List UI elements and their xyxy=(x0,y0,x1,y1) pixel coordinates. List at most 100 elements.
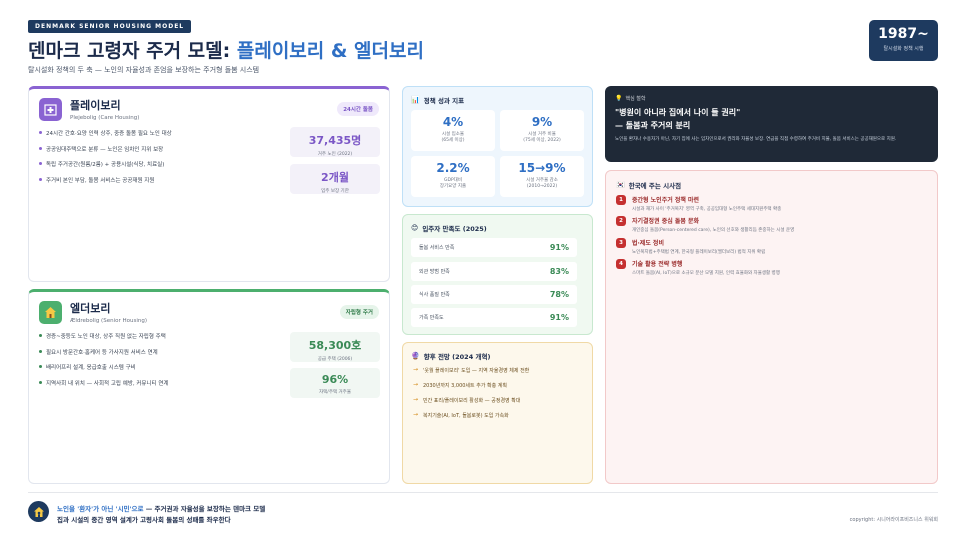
implication-title: 기술 활용 전략 병행 xyxy=(632,261,683,268)
korea-flag-icon: 🇰🇷 xyxy=(616,181,625,189)
satisfaction-value: 91% xyxy=(549,313,569,322)
plejebolig-chip: 24시간 돌봄 xyxy=(337,102,379,116)
stat-value: 2개월 xyxy=(321,171,349,184)
future-list: '웃월 플레이보리' 도입 — 지역 자율경영 체제 전환 2030년까지 3,… xyxy=(413,366,529,427)
performance-value: 2.2% xyxy=(436,161,470,175)
implication-number: 2 xyxy=(616,216,626,226)
implication-title: 법·제도 정비 xyxy=(632,240,664,247)
implication-item: 2 자기결정권 중심 돌봄 문화 개인중심 돌봄(Person-centered… xyxy=(616,216,794,233)
implication-item: 3 법·제도 정비 노인복지법+주택법 연계, 한국형 플레이보리(엘더보리) … xyxy=(616,238,765,255)
satisfaction-label: 외관 방범 만족 xyxy=(419,269,450,275)
smile-icon: 😊 xyxy=(411,224,419,232)
plejebolig-bullets: 24시간 간호·요양 인력 상주, 중증 돌봄 필요 노인 대상 공공임대주택으… xyxy=(39,129,172,191)
bar-chart-icon: 📊 xyxy=(411,96,420,104)
aeldrebolig-name: 엘더보리 xyxy=(70,302,111,315)
implication-title: 자기결정권 중심 돌봄 문화 xyxy=(632,218,699,225)
satisfaction-row: 돌봄 서비스 만족 91% xyxy=(411,238,577,257)
satisfaction-card: 😊 입주자 만족도 (2025) 돌봄 서비스 만족 91% 외관 방범 만족 … xyxy=(402,214,593,335)
footer-post: — 주거권과 자율성을 보장하는 덴마크 모델 xyxy=(143,505,266,513)
insight-quote: "병원이 아니라 집에서 나이 들 권리" xyxy=(615,108,741,117)
performance-title: 📊 정책 성과 지표 xyxy=(411,96,465,105)
performance-sublabel: (75세 이상, 2022) xyxy=(523,138,561,143)
list-item: '웃월 플레이보리' 도입 — 지역 자율경영 체제 전환 xyxy=(413,366,529,374)
footer-line-2: 집과 시설의 중간 영역 설계가 고령사회 돌봄의 성패를 좌우한다 xyxy=(57,516,231,524)
implication-desc: 시설과 재가 사이 '주거복지' 영역 구축, 공공임대형 노인주택 세대지원주… xyxy=(632,207,782,212)
footer-line-1: 노인을 '환자'가 아닌 '시민'으로 — 주거권과 자율성을 보장하는 덴마크… xyxy=(57,503,265,513)
list-item: 필요시 방문간호·홈케어 등 가사지원 서비스 연계 xyxy=(39,348,168,356)
stat-value: 96% xyxy=(321,373,349,386)
list-item: 경증~중등도 노인 대상, 상주 직원 없는 자립형 주택 xyxy=(39,332,168,340)
implication-desc: 노인복지법+주택법 연계, 한국형 플레이보리(엘더보리) 법적 지위 확립 xyxy=(632,250,766,255)
plejebolig-name: 플레이보리 xyxy=(70,99,121,112)
performance-item: 9% 시설 거주 비율 (75세 이상, 2022) xyxy=(500,110,584,151)
list-item: 2030년까지 3,000세트 추가 확충 계획 xyxy=(413,381,529,389)
title-highlight: 플레이보리 & 엘더보리 xyxy=(236,40,424,62)
list-item: 주거비 본인 부담, 돌봄 서비스는 공공재원 지원 xyxy=(39,176,172,184)
performance-label: 시설 거주율 감소 xyxy=(526,178,558,183)
title-prefix: 덴마크 고령자 주거 모델: xyxy=(28,40,237,62)
satisfaction-title: 😊 입주자 만족도 (2025) xyxy=(411,224,487,233)
performance-value: 9% xyxy=(531,115,553,129)
performance-label: 시설 입소율 xyxy=(441,132,465,137)
plejebolig-card: 플레이보리 Plejebolig (Care Housing) 24시간 돌봄 … xyxy=(28,86,390,282)
year-value: 1987~ xyxy=(878,26,929,42)
list-item: 배리어프리 설계, 응급호출 시스템 구비 xyxy=(39,363,168,371)
satisfaction-value: 83% xyxy=(549,267,569,276)
stat-label: 공급 주택 (2006) xyxy=(317,357,353,362)
house-icon xyxy=(39,300,62,324)
page-subtitle: 탈시설화 정책의 두 축 — 노인의 자율성과 존엄을 보장하는 주거형 돌봄 … xyxy=(28,66,260,74)
performance-sublabel: (2010→2022) xyxy=(526,184,558,189)
performance-item: 15→9% 시설 거주율 감소 (2010→2022) xyxy=(500,156,584,197)
stat-value: 37,435명 xyxy=(308,134,362,147)
implications-title: 🇰🇷 한국에 주는 시사점 xyxy=(616,181,682,190)
list-item: 공공임대주택으로 분류 — 노인은 임차인 지위 보장 xyxy=(39,145,172,153)
aeldrebolig-bullets: 경증~중등도 노인 대상, 상주 직원 없는 자립형 주택 필요시 방문간호·홈… xyxy=(39,332,168,394)
implication-desc: 스마트 돌봄(AI, IoT)으로 소규모 분산 모델 지원, 인력 효율화와 … xyxy=(632,271,780,276)
insight-card: 💡 핵심 철학 "병원이 아니라 집에서 나이 들 권리" — 돌봄과 주거의 … xyxy=(605,86,938,162)
satisfaction-label: 돌봄 서비스 만족 xyxy=(419,245,455,251)
house-person-icon xyxy=(28,501,49,522)
copyright: copyright: 시니어라이프비즈니스 위워회 xyxy=(849,517,938,523)
future-title: 🔮 향후 전망 (2024 개혁) xyxy=(411,352,491,361)
satisfaction-label: 식사 품질 만족 xyxy=(419,292,450,298)
year-badge: 1987~ 탈시설화 정책 시행 xyxy=(869,20,938,61)
performance-value: 15→9% xyxy=(518,161,566,175)
implication-title: 중간형 노인주거 정책 마련 xyxy=(632,197,699,204)
aeldrebolig-header: 엘더보리 Ældrebolig (Senior Housing) xyxy=(39,300,147,324)
satisfaction-value: 78% xyxy=(549,290,569,299)
performance-item: 2.2% GDP대비 장기요양 지출 xyxy=(411,156,495,197)
satisfaction-label: 가족 만족도 xyxy=(419,315,444,321)
implications-card: 🇰🇷 한국에 주는 시사점 1 중간형 노인주거 정책 마련 시설과 재가 사이… xyxy=(605,170,938,484)
stat-box: 2개월 입주 보장 기한 xyxy=(290,164,380,194)
list-item: 복지기술(AI, IoT, 돌봄로봇) 도입 가속화 xyxy=(413,411,529,419)
implication-item: 1 중간형 노인주거 정책 마련 시설과 재가 사이 '주거복지' 영역 구축,… xyxy=(616,195,781,212)
aeldrebolig-en: Ældrebolig (Senior Housing) xyxy=(70,318,147,324)
satisfaction-row: 식사 품질 만족 78% xyxy=(411,285,577,304)
insight-description: 노인을 환자나 수용자가 아닌, 자기 집에 사는 임차인으로서 권리와 자율성… xyxy=(615,137,897,142)
aeldrebolig-chip: 자립형 주거 xyxy=(339,305,379,319)
stat-label: 거주 노인 (2022) xyxy=(317,152,353,157)
insight-label: 💡 핵심 철학 xyxy=(615,95,646,102)
satisfaction-row: 가족 만족도 91% xyxy=(411,308,577,327)
list-item: 지역사회 내 위치 — 사회적 고립 예방, 커뮤니티 연계 xyxy=(39,379,168,387)
implication-number: 4 xyxy=(616,259,626,269)
stat-label: 자택/주택 거주율 xyxy=(319,390,351,395)
performance-value: 4% xyxy=(442,115,464,129)
performance-card: 📊 정책 성과 지표 4% 시설 입소율 (65세 이상) 9% 시설 거주 비율… xyxy=(402,86,593,207)
footer-highlight: '환자'가 아닌 '시민'으로 xyxy=(77,505,144,513)
lightbulb-icon: 💡 xyxy=(615,95,623,102)
stat-value: 58,300호 xyxy=(308,339,362,352)
future-card: 🔮 향후 전망 (2024 개혁) '웃월 플레이보리' 도입 — 지역 자율경… xyxy=(402,342,593,484)
performance-sublabel: (65세 이상) xyxy=(441,138,465,143)
year-caption: 탈시설화 정책 시행 xyxy=(883,46,924,52)
footer-pre: 노인을 xyxy=(57,505,78,513)
performance-label: GDP대비 xyxy=(444,178,462,183)
stat-label: 입주 보장 기한 xyxy=(321,189,349,194)
list-item: 독립 주거공간(원룸/2룸) + 공용시설(식당, 치료실) xyxy=(39,160,172,168)
stat-box: 37,435명 거주 노인 (2022) xyxy=(290,127,380,157)
stat-box: 58,300호 공급 주택 (2006) xyxy=(290,332,380,362)
satisfaction-value: 91% xyxy=(549,243,569,252)
implication-desc: 개인중심 돌봄(Person-centered care), 노인의 선호와 생… xyxy=(632,228,795,233)
stat-box: 96% 자택/주택 거주율 xyxy=(290,368,380,398)
implication-number: 1 xyxy=(616,195,626,205)
